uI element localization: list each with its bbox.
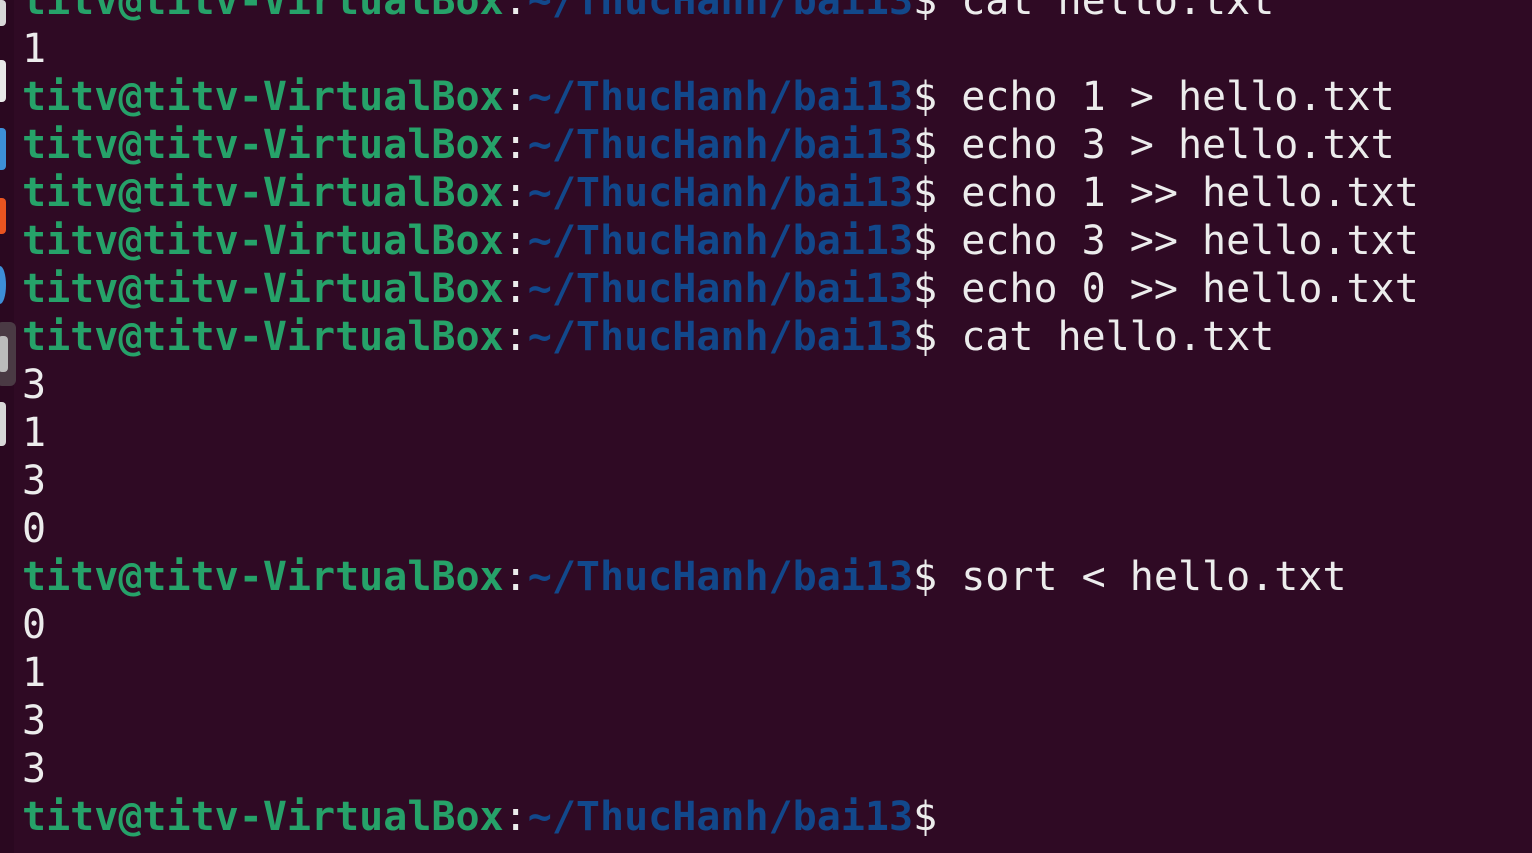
command-text: cat hello.txt (937, 0, 1275, 24)
prompt-symbol: $ (913, 314, 938, 360)
output-text: 3 (22, 746, 47, 792)
prompt-user: titv@titv-VirtualBox (22, 74, 504, 120)
prompt-user: titv@titv-VirtualBox (22, 170, 504, 216)
output-text: 0 (22, 602, 47, 648)
prompt-path: ~/ThucHanh/bai13 (527, 554, 914, 600)
prompt-separator: : (503, 170, 528, 216)
prompt-path: ~/ThucHanh/bai13 (527, 0, 914, 24)
output-text: 1 (22, 410, 47, 456)
prompt-separator: : (503, 0, 528, 24)
output-text: 1 (22, 26, 47, 72)
output-text: 1 (22, 650, 47, 696)
prompt-user: titv@titv-VirtualBox (22, 266, 504, 312)
prompt-path: ~/ThucHanh/bai13 (527, 314, 914, 360)
prompt-path: ~/ThucHanh/bai13 (527, 122, 914, 168)
output-line: 3 (22, 697, 1512, 745)
command-text: cat hello.txt (937, 314, 1275, 360)
prompt-separator: : (503, 122, 528, 168)
prompt-path: ~/ThucHanh/bai13 (527, 266, 914, 312)
prompt-symbol: $ (913, 794, 938, 840)
prompt-symbol: $ (913, 0, 938, 24)
files-icon[interactable] (0, 0, 6, 26)
prompt-path: ~/ThucHanh/bai13 (527, 218, 914, 264)
prompt-line: titv@titv-VirtualBox:~/ThucHanh/bai13$ e… (22, 217, 1512, 265)
terminal-output[interactable]: titv@titv-VirtualBox:~/ThucHanh/bai13$ c… (22, 0, 1512, 841)
output-line: 0 (22, 601, 1512, 649)
prompt-line: titv@titv-VirtualBox:~/ThucHanh/bai13$ e… (22, 121, 1512, 169)
prompt-symbol: $ (913, 554, 938, 600)
app-icon[interactable] (0, 336, 8, 372)
prompt-separator: : (503, 74, 528, 120)
output-text: 3 (22, 698, 47, 744)
prompt-line: titv@titv-VirtualBox:~/ThucHanh/bai13$ e… (22, 265, 1512, 313)
command-text: echo 3 > hello.txt (937, 122, 1395, 168)
prompt-path: ~/ThucHanh/bai13 (527, 74, 914, 120)
prompt-separator: : (503, 218, 528, 264)
prompt-symbol: $ (913, 122, 938, 168)
prompt-user: titv@titv-VirtualBox (22, 314, 504, 360)
output-text: 0 (22, 506, 47, 552)
prompt-line: titv@titv-VirtualBox:~/ThucHanh/bai13$ s… (22, 553, 1512, 601)
output-line: 3 (22, 457, 1512, 505)
browser-icon[interactable] (0, 198, 6, 234)
prompt-path: ~/ThucHanh/bai13 (527, 794, 914, 840)
command-text: echo 0 >> hello.txt (937, 266, 1419, 312)
prompt-symbol: $ (913, 170, 938, 216)
prompt-user: titv@titv-VirtualBox (22, 554, 504, 600)
desktop-screen: titv@titv-VirtualBox:~/ThucHanh/bai13$ c… (0, 0, 1532, 853)
output-line: 1 (22, 25, 1512, 73)
prompt-symbol: $ (913, 218, 938, 264)
app-center-icon[interactable] (0, 128, 6, 170)
prompt-separator: : (503, 266, 528, 312)
prompt-user: titv@titv-VirtualBox (22, 794, 504, 840)
prompt-separator: : (503, 794, 528, 840)
app-icon[interactable] (0, 402, 6, 446)
output-line: 1 (22, 409, 1512, 457)
terminal-icon[interactable] (0, 266, 6, 304)
dock-sidebar (0, 0, 16, 853)
prompt-user: titv@titv-VirtualBox (22, 0, 504, 24)
command-text: echo 1 > hello.txt (937, 74, 1395, 120)
output-line: 3 (22, 361, 1512, 409)
prompt-user: titv@titv-VirtualBox (22, 218, 504, 264)
prompt-line: titv@titv-VirtualBox:~/ThucHanh/bai13$ e… (22, 169, 1512, 217)
prompt-path: ~/ThucHanh/bai13 (527, 170, 914, 216)
prompt-line: titv@titv-VirtualBox:~/ThucHanh/bai13$ c… (22, 313, 1512, 361)
text-editor-icon[interactable] (0, 60, 6, 102)
prompt-line: titv@titv-VirtualBox:~/ThucHanh/bai13$ (22, 793, 1512, 841)
prompt-symbol: $ (913, 266, 938, 312)
command-text: sort < hello.txt (937, 554, 1347, 600)
command-text: echo 3 >> hello.txt (937, 218, 1419, 264)
output-text: 3 (22, 362, 47, 408)
output-text: 3 (22, 458, 47, 504)
prompt-symbol: $ (913, 74, 938, 120)
prompt-separator: : (503, 314, 528, 360)
prompt-line: titv@titv-VirtualBox:~/ThucHanh/bai13$ c… (22, 0, 1512, 25)
output-line: 1 (22, 649, 1512, 697)
output-line: 3 (22, 745, 1512, 793)
prompt-line: titv@titv-VirtualBox:~/ThucHanh/bai13$ e… (22, 73, 1512, 121)
prompt-separator: : (503, 554, 528, 600)
command-text: echo 1 >> hello.txt (937, 170, 1419, 216)
output-line: 0 (22, 505, 1512, 553)
prompt-user: titv@titv-VirtualBox (22, 122, 504, 168)
